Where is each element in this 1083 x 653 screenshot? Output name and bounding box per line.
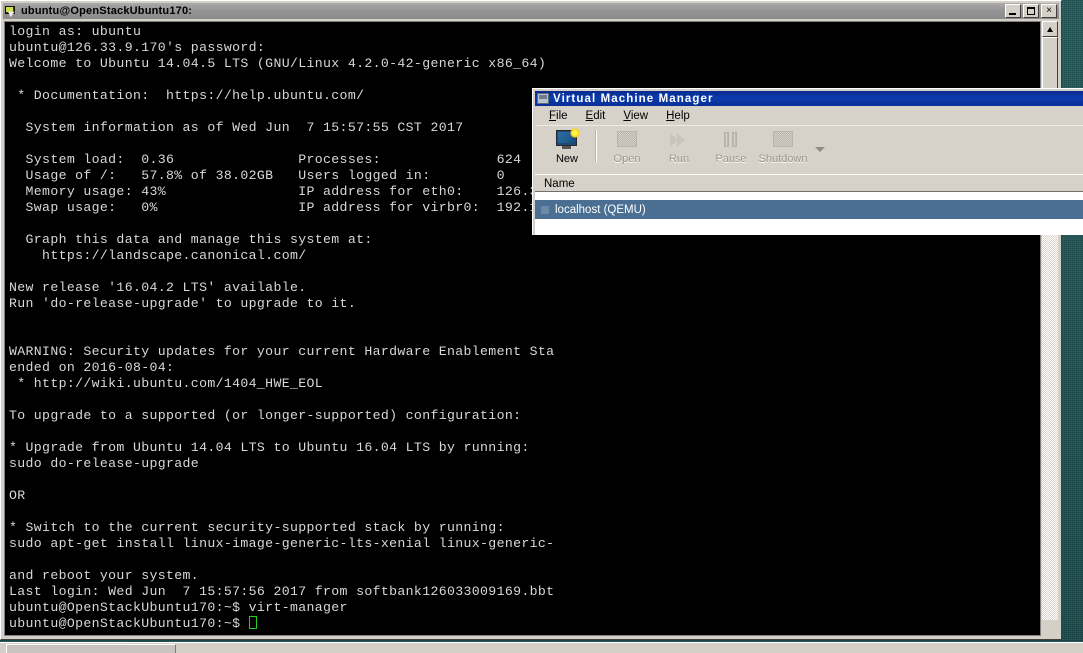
toolbar-new-label: New <box>555 153 578 165</box>
menu-view-accel: V <box>623 110 631 122</box>
menu-edit-rest: dit <box>593 110 606 122</box>
menu-file-rest: ile <box>556 110 568 122</box>
vm-list-header: Name <box>535 174 1083 192</box>
toolbar-separator <box>595 130 597 162</box>
toolbar-shutdown-button[interactable]: Shutdown <box>757 126 809 171</box>
desktop-root: ubuntu@OpenStackUbuntu170: × login as: u… <box>0 0 1083 653</box>
run-icon <box>667 129 691 151</box>
scrollbar-thumb[interactable] <box>1042 37 1058 93</box>
taskbar <box>0 642 1083 653</box>
putty-icon <box>4 4 18 18</box>
menu-help-rest: elp <box>674 110 690 122</box>
vmm-menubar: File Edit View Help <box>535 107 1083 125</box>
toolbar-open-label: Open <box>613 153 641 165</box>
expander-icon[interactable] <box>541 205 549 214</box>
menu-view[interactable]: View <box>623 110 648 122</box>
terminal-title: ubuntu@OpenStackUbuntu170: <box>21 5 193 17</box>
minimize-button[interactable] <box>1005 4 1021 18</box>
toolbar-overflow-button[interactable] <box>809 126 831 171</box>
terminal-titlebar[interactable]: ubuntu@OpenStackUbuntu170: × <box>3 3 1059 19</box>
toolbar-pause-button[interactable]: Pause <box>705 126 757 171</box>
menu-view-rest: iew <box>630 110 649 122</box>
new-vm-icon <box>555 128 580 151</box>
vmm-toolbar: New Open Run Pause Shutdown <box>535 125 1083 174</box>
vm-list-body: localhost (QEMU) <box>535 191 1083 235</box>
chevron-down-icon <box>815 147 825 152</box>
terminal-window-controls: × <box>1005 4 1058 18</box>
menu-help[interactable]: Help <box>666 110 690 122</box>
list-item-label: localhost (QEMU) <box>555 203 646 216</box>
toolbar-pause-label: Pause <box>715 153 747 165</box>
menu-file[interactable]: File <box>549 110 568 122</box>
open-icon <box>615 129 639 151</box>
close-button[interactable]: × <box>1041 4 1057 18</box>
terminal-cursor <box>248 616 257 629</box>
pause-icon <box>719 129 743 151</box>
terminal-output: login as: ubuntu ubuntu@126.33.9.170's p… <box>9 24 563 631</box>
toolbar-run-label: Run <box>668 153 690 165</box>
toolbar-open-button[interactable]: Open <box>601 126 653 171</box>
taskbar-item[interactable] <box>6 643 176 653</box>
toolbar-new-button[interactable]: New <box>541 126 593 171</box>
column-header-name[interactable]: Name <box>535 178 575 190</box>
scroll-up-icon[interactable] <box>1042 21 1058 37</box>
shutdown-icon <box>771 129 795 151</box>
vmm-titlebar[interactable]: Virtual Machine Manager <box>535 91 1083 106</box>
toolbar-run-button[interactable]: Run <box>653 126 705 171</box>
vmm-app-icon <box>537 93 549 104</box>
close-icon: × <box>1046 5 1052 16</box>
list-item[interactable]: localhost (QEMU) <box>535 200 1083 219</box>
menu-edit[interactable]: Edit <box>586 110 606 122</box>
menu-file-accel: F <box>549 110 557 122</box>
maximize-button[interactable] <box>1023 4 1039 18</box>
vmm-title: Virtual Machine Manager <box>553 92 714 105</box>
toolbar-shutdown-label: Shutdown <box>758 153 808 165</box>
virtual-machine-manager-window: Virtual Machine Manager File Edit View H… <box>532 88 1083 235</box>
